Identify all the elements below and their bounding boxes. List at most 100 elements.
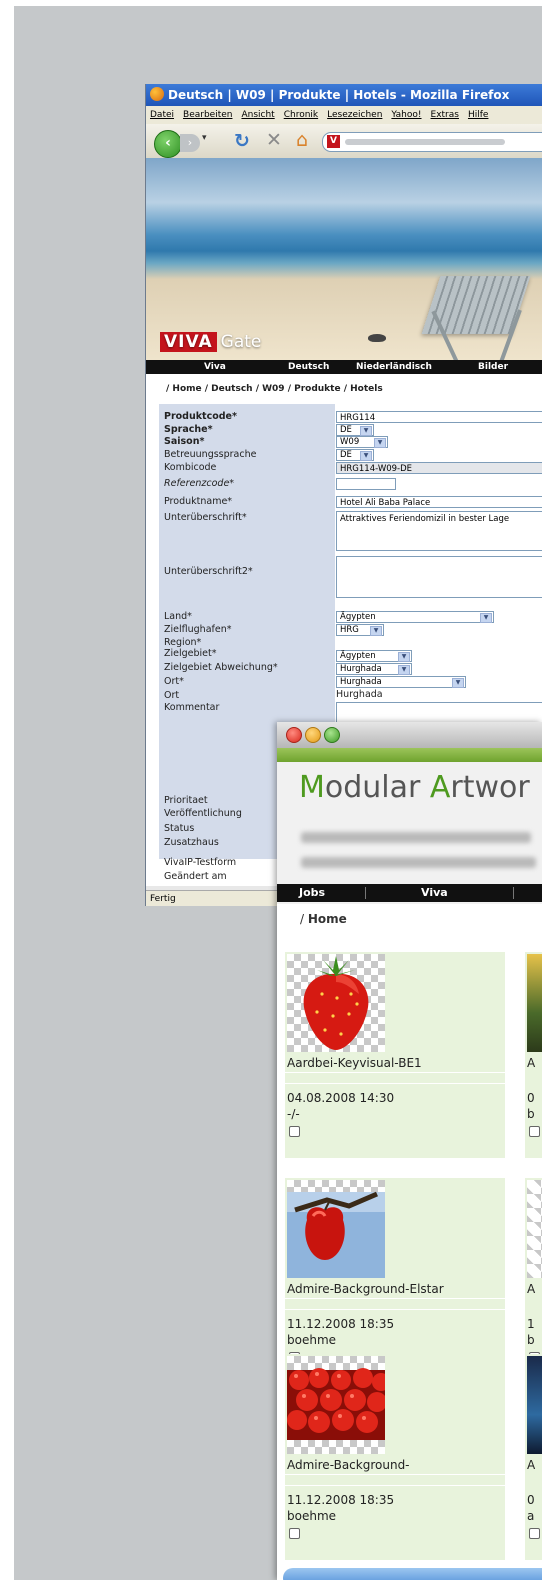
- title-bar: Deutsch | W09 | Produkte | Hotels - Mozi…: [146, 84, 542, 106]
- artwork-user: boehme: [287, 1509, 337, 1523]
- nav-viva[interactable]: Viva: [421, 884, 448, 902]
- saison-select[interactable]: W09 ▼: [336, 436, 388, 448]
- history-dropdown-icon[interactable]: ▾: [202, 133, 207, 143]
- label-zielgebiet-abweichung: Zielgebiet Abweichung*: [164, 662, 278, 673]
- action-button[interactable]: [283, 1568, 542, 1580]
- artwork-user: b: [527, 1333, 535, 1347]
- artwork-card[interactable]: Aardbei-Keyvisual-BE1 04.08.2008 14:30 -…: [285, 952, 505, 1158]
- ort-value: Hurghada: [340, 677, 382, 687]
- unterueberschrift2-textarea[interactable]: [336, 556, 542, 598]
- blurred-url: [345, 139, 505, 145]
- menu-bearbeiten[interactable]: Bearbeiten: [183, 110, 232, 120]
- nav-jobs[interactable]: Jobs: [299, 884, 325, 902]
- referenzcode-input[interactable]: [336, 478, 396, 490]
- land-select[interactable]: Ägypten ▼: [336, 611, 494, 623]
- kombicode-field: HRG114-W09-DE: [336, 462, 542, 474]
- select-checkbox[interactable]: [529, 1528, 540, 1539]
- menu-bar: Datei Bearbeiten Ansicht Chronik Lesezeichen…: [146, 106, 542, 124]
- nav-niederlaendisch[interactable]: Niederländisch: [356, 360, 432, 374]
- breadcrumb: / Home / Deutsch / W09 / Produkte / Hote…: [166, 384, 383, 394]
- site-topnav: Viva Deutsch Niederländisch Bilder: [146, 360, 542, 374]
- zielgebiet-abweichung-select[interactable]: Hurghada ▼: [336, 663, 412, 675]
- forward-button[interactable]: ›: [180, 134, 200, 152]
- zielgebiet-select[interactable]: Ägypten ▼: [336, 650, 412, 662]
- home-icon[interactable]: ⌂: [296, 129, 308, 151]
- viva-gate-logo: VIVA Gate: [160, 332, 261, 352]
- label-land: Land*: [164, 611, 192, 622]
- menu-chronik[interactable]: Chronik: [284, 110, 318, 120]
- site-topnav: Jobs Viva: [277, 884, 542, 902]
- divider: [285, 1072, 505, 1073]
- artwork-title: A: [527, 1458, 536, 1472]
- label-unterueberschrift: Unterüberschrift*: [164, 512, 247, 523]
- label-testform: VivaIP-Testform: [164, 857, 237, 868]
- artwork-title: Aardbei-Keyvisual-BE1: [287, 1056, 422, 1070]
- url-bar[interactable]: V: [322, 132, 542, 152]
- menu-yahoo[interactable]: Yahoo!: [391, 110, 421, 120]
- label-status: Status: [164, 823, 195, 834]
- artwork-card[interactable]: Admire-Background- 11.12.2008 18:35 boeh…: [285, 1354, 505, 1560]
- menu-lesezeichen[interactable]: Lesezeichen: [327, 110, 382, 120]
- artwork-card[interactable]: A 0 a: [525, 1354, 542, 1560]
- blurred-hotline: [301, 832, 531, 843]
- chevron-down-icon: ▼: [480, 613, 492, 623]
- menu-datei[interactable]: Datei: [150, 110, 174, 120]
- label-produktcode: Produktcode*: [164, 411, 237, 422]
- label-zielgebiet: Zielgebiet*: [164, 648, 217, 659]
- label-geaendert-am: Geändert am: [164, 871, 227, 882]
- artwork-title: A: [527, 1056, 536, 1070]
- label-zusatzhaus: Zusatzhaus: [164, 837, 219, 848]
- logo-mark: VIVA: [160, 332, 217, 352]
- divider: [285, 1485, 505, 1486]
- chevron-down-icon: ▼: [398, 652, 410, 662]
- nav-bilder[interactable]: Bilder: [478, 360, 508, 374]
- chevron-down-icon: ▼: [360, 451, 372, 461]
- zoom-icon[interactable]: [324, 727, 340, 743]
- menu-hilfe[interactable]: Hilfe: [468, 110, 488, 120]
- zielgebiet-abweichung-value: Hurghada: [340, 664, 382, 674]
- ort-select[interactable]: Hurghada ▼: [336, 676, 466, 688]
- tomatoes-image: [287, 1356, 385, 1454]
- artwork-thumbnail: [527, 1356, 542, 1454]
- menu-extras[interactable]: Extras: [431, 110, 459, 120]
- sprache-value: DE: [340, 425, 352, 435]
- nav-divider: [365, 887, 366, 899]
- select-checkbox[interactable]: [529, 1126, 540, 1137]
- close-icon[interactable]: [286, 727, 302, 743]
- select-checkbox[interactable]: [289, 1528, 300, 1539]
- select-checkbox[interactable]: [289, 1126, 300, 1137]
- label-kombicode: Kombicode: [164, 462, 217, 473]
- label-ort-plain: Ort: [164, 690, 180, 701]
- produktcode-input[interactable]: HRG114: [336, 411, 542, 423]
- artwork-title: A: [527, 1282, 536, 1296]
- unterueberschrift-textarea[interactable]: Attraktives Feriendomizil in bester Lage: [336, 511, 542, 551]
- artwork-date: 11.12.2008 18:35: [287, 1493, 395, 1507]
- sprache-select[interactable]: DE ▼: [336, 424, 374, 436]
- label-betreuungssprache: Betreuungssprache: [164, 449, 257, 460]
- stop-icon[interactable]: ✕: [266, 129, 282, 151]
- zielgebiet-value: Ägypten: [340, 651, 376, 661]
- betreuungssprache-select[interactable]: DE ▼: [336, 449, 374, 461]
- produktname-input[interactable]: Hotel Ali Baba Palace: [336, 496, 542, 508]
- back-button[interactable]: ‹: [154, 130, 182, 158]
- artwork-card[interactable]: A 0 b: [525, 952, 542, 1158]
- site-icon: V: [327, 135, 340, 148]
- menu-ansicht[interactable]: Ansicht: [241, 110, 274, 120]
- strawberry-image: [287, 954, 385, 1052]
- title-part1: odular: [324, 770, 430, 805]
- nav-deutsch[interactable]: Deutsch: [288, 360, 329, 374]
- seagull: [368, 334, 386, 342]
- artwork-user: b: [527, 1107, 535, 1121]
- label-produktname: Produktname*: [164, 496, 233, 507]
- artwork-thumbnail: [527, 1180, 542, 1278]
- artwork-date: 0: [527, 1091, 535, 1105]
- modular-artwork-window: Modular Artwor Jobs Viva / Home Aardbei-…: [277, 722, 542, 1580]
- label-saison: Saison*: [164, 436, 205, 447]
- zielflughafen-select[interactable]: HRG ▼: [336, 624, 384, 636]
- artwork-user: a: [527, 1509, 535, 1523]
- reload-icon[interactable]: ↻: [234, 130, 250, 152]
- minimize-icon[interactable]: [305, 727, 321, 743]
- firefox-icon: [150, 87, 164, 101]
- breadcrumb-home[interactable]: Home: [308, 912, 347, 926]
- nav-viva[interactable]: Viva: [204, 360, 226, 374]
